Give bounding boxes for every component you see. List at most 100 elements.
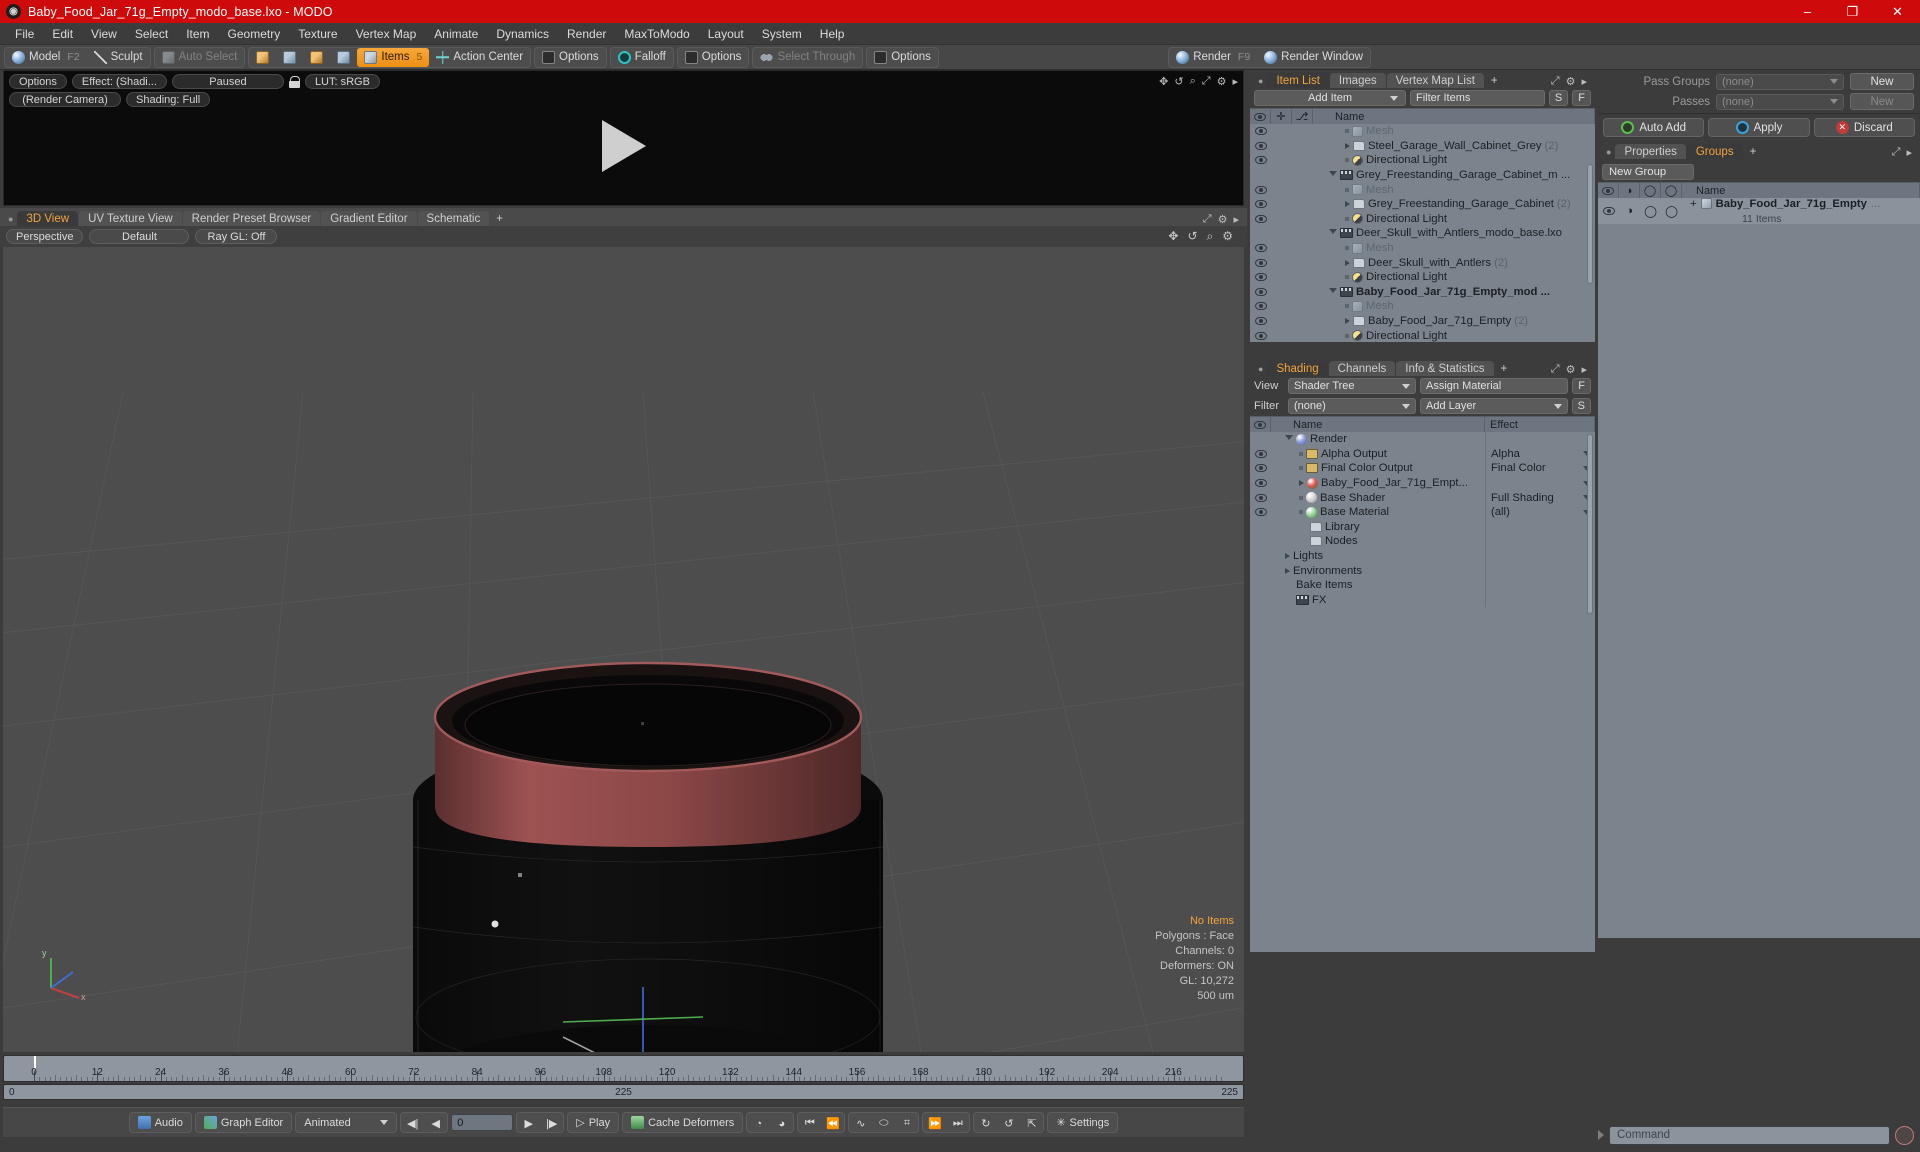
chevron-right-icon-viewport[interactable]: ▸ [1233,213,1239,226]
item-list-body[interactable]: Mesh Steel_Garage_Wall_Cabinet_Grey (2) Dir… [1250,124,1595,342]
shader-tree-row[interactable]: Nodes [1250,534,1595,549]
shader-effect-cell[interactable] [1485,534,1595,549]
shader-tree-row[interactable]: FX [1250,592,1595,608]
collapse-triangle-icon[interactable] [1329,287,1337,296]
auto-select-button[interactable]: Auto Select [155,48,245,67]
item-list-row[interactable]: Mesh [1250,241,1595,256]
shader-effect-cell[interactable] [1485,563,1595,578]
shader-tree-row[interactable]: Baby_Food_Jar_71g_Empt... [1250,475,1595,491]
menu-view[interactable]: View [82,23,126,45]
next-key-icon-2[interactable]: ⏭ [946,1113,969,1132]
row-visibility-toggle[interactable] [1250,214,1271,223]
row-visibility-toggle[interactable] [1250,331,1271,340]
shader-effect-cell[interactable] [1485,592,1595,608]
groups-render-column-icon[interactable]: ◑ [1619,183,1640,198]
current-frame-input[interactable]: 0 [451,1114,514,1131]
shader-tree-row[interactable]: Alpha Output Alpha [1250,446,1595,462]
expand-triangle-icon[interactable] [1345,259,1350,266]
column-axis-icon[interactable]: ⎇ [1292,109,1313,124]
item-list-row[interactable]: Mesh [1250,182,1595,197]
tab-shading[interactable]: Shading [1267,361,1328,376]
shader-tree-row[interactable]: Final Color Output Final Color [1250,461,1595,476]
column-visibility-icon[interactable] [1250,109,1271,124]
prev-key-icon-2[interactable]: ⏪ [821,1113,844,1132]
item-list-row[interactable]: Deer_Skull_with_Antlers (2) [1250,255,1595,270]
groups-select-column-icon[interactable]: ◯ [1661,183,1682,198]
tab-vertex-map-list[interactable]: Vertex Map List [1386,73,1484,88]
snap-icon[interactable]: ⇱ [1020,1113,1043,1132]
lock-icon[interactable] [288,75,300,88]
item-list-row[interactable]: Mesh [1250,299,1595,314]
render-camera-dropdown[interactable]: (Render Camera) [9,92,121,107]
tab-schematic[interactable]: Schematic [417,211,490,226]
3d-viewport[interactable]: y x No Items Polygons : Face Channels: 0… [3,247,1244,1052]
item-list-s-button[interactable]: S [1548,90,1569,106]
menu-maxtomodo[interactable]: MaxToModo [615,23,698,45]
tab-groups-add[interactable]: + [1744,144,1763,159]
items-mode-button[interactable]: Items 5 [357,47,430,67]
menu-system[interactable]: System [753,23,811,45]
shader-row-visibility-toggle[interactable] [1250,464,1271,473]
menu-geometry[interactable]: Geometry [219,23,290,45]
item-list-scrollbar[interactable] [1587,164,1593,284]
viewport-zoom-icon[interactable]: ⌕ [1207,229,1214,244]
vertex-mode-button[interactable] [249,48,276,67]
add-item-button[interactable]: Add Item [1254,90,1406,106]
ellipse-icon[interactable]: ⬭ [872,1113,895,1132]
tab-gradient-editor[interactable]: Gradient Editor [321,211,417,226]
expand-icon[interactable]: ⤢ [1203,213,1212,226]
shader-tree-row[interactable]: Lights [1250,548,1595,564]
item-list-expand-icon[interactable]: ⤢ [1551,75,1560,88]
graph-editor-button[interactable]: Graph Editor [194,1112,293,1133]
tab-item-list-add[interactable]: + [1485,73,1504,88]
menu-file[interactable]: File [6,23,43,45]
group-visibility-toggle[interactable] [1598,207,1619,215]
new-group-button[interactable]: New Group [1602,164,1694,180]
row-visibility-toggle[interactable] [1250,185,1271,194]
item-list-row[interactable]: Directional Light [1250,212,1595,227]
command-input[interactable]: Command [1609,1125,1890,1145]
edge-mode-button[interactable] [276,48,303,67]
prev-key-icon[interactable]: ⏮ [798,1113,821,1132]
shader-tree-row[interactable]: Environments [1250,563,1595,578]
item-list-row[interactable]: Grey_Freestanding_Garage_Cabinet_m ... [1250,168,1595,183]
shader-effect-cell[interactable] [1485,548,1595,564]
shader-row-visibility-toggle[interactable] [1250,493,1271,502]
row-visibility-toggle[interactable] [1250,273,1271,282]
passes-dropdown[interactable]: (none) [1716,93,1844,110]
row-visibility-toggle[interactable] [1250,141,1271,150]
viewport-gear-icon[interactable]: ⚙ [1222,229,1233,244]
key-delete-icon[interactable]: ◕ [770,1113,793,1132]
tab-item-list[interactable]: Item List [1267,73,1329,88]
assign-material-button[interactable]: Assign Material [1420,378,1569,394]
shader-row-visibility-toggle[interactable] [1250,508,1271,517]
gear-icon-viewport[interactable]: ⚙ [1218,213,1228,226]
chevron-right-icon[interactable]: ▸ [1232,75,1238,88]
apply-button[interactable]: Apply [1708,118,1810,137]
settings-button[interactable]: ✳ Settings [1047,1112,1119,1133]
zoom-icon[interactable]: ⌕ [1190,75,1196,88]
shader-row-visibility-toggle[interactable] [1250,449,1271,458]
shader-tree-row[interactable]: Base Shader Full Shading [1250,490,1595,505]
row-visibility-toggle[interactable] [1250,302,1271,311]
expand-triangle-icon[interactable] [1285,553,1290,560]
material-mode-button[interactable] [330,48,357,67]
render-preview-lut-button[interactable]: LUT: sRGB [304,74,380,89]
item-list-row[interactable]: Steel_Garage_Wall_Cabinet_Grey (2) [1250,139,1595,154]
curve-icon[interactable]: ∿ [849,1113,872,1132]
shading-s-button[interactable]: S [1571,398,1591,414]
filter-items-input[interactable]: Filter Items [1410,90,1545,106]
item-list-row[interactable]: Mesh [1250,124,1595,139]
play-button[interactable]: ▷ Play [567,1112,620,1133]
render-preview-status[interactable]: Paused [171,74,284,89]
menu-edit[interactable]: Edit [43,23,82,45]
item-list-row[interactable]: Deer_Skull_with_Antlers_modo_base.lxo [1250,226,1595,241]
group-lock-toggle[interactable]: ◯ [1640,205,1661,218]
tab-add-button[interactable]: + [490,211,509,226]
shader-tree-row[interactable]: Bake Items [1250,577,1595,593]
shading-chevron-icon[interactable]: ▸ [1581,363,1587,376]
preset-dropdown[interactable]: Default [89,229,190,244]
group-expand-icon[interactable]: + [1690,198,1697,210]
raygl-dropdown[interactable]: Ray GL: Off [195,229,278,244]
tab-info-statistics[interactable]: Info & Statistics [1396,361,1494,376]
